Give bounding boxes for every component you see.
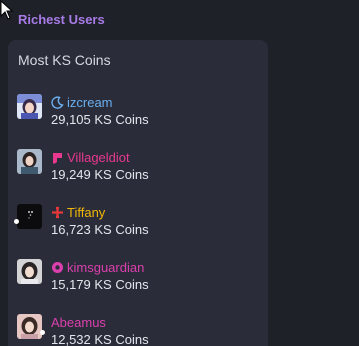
- user-name-line[interactable]: Tiffany: [51, 204, 105, 220]
- mouse-cursor-icon: [0, 0, 14, 20]
- moon-icon: [51, 95, 64, 109]
- user-name[interactable]: kimsguardian: [67, 260, 144, 275]
- avatar[interactable]: [17, 94, 42, 119]
- coin-count: 16,723 KS Coins: [51, 222, 149, 237]
- card-title: Most KS Coins: [18, 52, 111, 68]
- avatar[interactable]: [17, 149, 42, 174]
- plane-icon: [51, 206, 64, 219]
- user-name[interactable]: Tiffany: [67, 205, 105, 220]
- user-name-line[interactable]: izcream: [51, 94, 113, 110]
- section-title: Richest Users: [18, 12, 105, 27]
- user-name-line[interactable]: Abeamus: [51, 314, 106, 330]
- avatar[interactable]: [17, 259, 42, 284]
- leaderboard-row[interactable]: Abeamus 12,532 KS Coins: [17, 306, 262, 346]
- leaderboard-row[interactable]: Tiffany 16,723 KS Coins: [17, 196, 262, 237]
- status-indicator: [40, 330, 45, 335]
- leaderboard-row[interactable]: Villageldiot 19,249 KS Coins: [17, 141, 262, 182]
- status-indicator: [14, 219, 19, 224]
- user-name[interactable]: izcream: [67, 95, 113, 110]
- coin-count: 19,249 KS Coins: [51, 167, 149, 182]
- coin-count: 15,179 KS Coins: [51, 277, 149, 292]
- leaderboard-row[interactable]: kimsguardian 15,179 KS Coins: [17, 251, 262, 292]
- avatar[interactable]: [17, 314, 42, 339]
- richest-users-widget: Richest Users Most KS Coins izcream 29,1…: [0, 0, 359, 346]
- user-name[interactable]: Abeamus: [51, 315, 106, 330]
- leaderboard-row[interactable]: izcream 29,105 KS Coins: [17, 86, 262, 127]
- circle-badge-icon: [51, 261, 64, 274]
- coin-count: 12,532 KS Coins: [51, 332, 149, 346]
- leaderboard-card: Most KS Coins izcream 29,105 KS Coins Vi…: [8, 40, 268, 346]
- flag-icon: [51, 151, 64, 164]
- coin-count: 29,105 KS Coins: [51, 112, 149, 127]
- user-name-line[interactable]: kimsguardian: [51, 259, 144, 275]
- user-name-line[interactable]: Villageldiot: [51, 149, 130, 165]
- avatar[interactable]: [17, 204, 42, 229]
- user-name[interactable]: Villageldiot: [67, 150, 130, 165]
